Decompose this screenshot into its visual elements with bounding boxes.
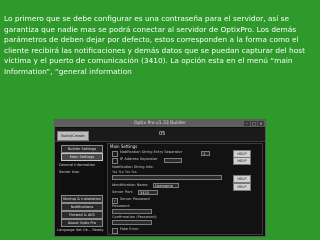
- window-title: Optix Pro v1.33 Builder: [133, 121, 187, 126]
- ip-separator-label: IP Address Separator: [120, 157, 158, 161]
- identification-name-label: Identification Name:: [112, 183, 149, 187]
- left-menu: Builder Settings Main Settings General I…: [57, 143, 104, 227]
- main-settings-button[interactable]: Main Settings: [61, 153, 103, 161]
- close-icon[interactable]: ×: [258, 121, 264, 126]
- toolbar-counter: 05: [159, 131, 166, 137]
- help-button-4[interactable]: HELP: [233, 183, 251, 191]
- entry-separator-input[interactable]: 1: [201, 151, 210, 156]
- entry-separator-checkbox[interactable]: [112, 151, 118, 157]
- server-port-label: Server Port:: [112, 190, 134, 194]
- panel-title: Main Settings: [110, 144, 138, 149]
- builder-settings-button[interactable]: Builder Settings: [61, 145, 103, 153]
- startup-installation-button[interactable]: Startup & Installation: [61, 195, 103, 203]
- entry-separator-label: Notification String Entry Separator: [120, 150, 183, 154]
- build-create-server-button[interactable]: Build/Create Server: [57, 131, 89, 146]
- ip-separator-input[interactable]: [164, 158, 182, 163]
- notifications-button[interactable]: Notifications: [61, 203, 103, 211]
- window-titlebar: Optix Pro v1.33 Builder – □ ×: [55, 120, 265, 127]
- optix-builder-window: Optix Pro v1.33 Builder – □ × Build/Crea…: [54, 119, 266, 237]
- fake-error-label: Fake Error:: [120, 227, 140, 231]
- top-toolbar: Build/Create Server 05: [55, 128, 265, 146]
- slide-description: Lo primero que se debe configurar es una…: [4, 14, 305, 76]
- about-optix-pro-button[interactable]: About Optix Pro: [61, 219, 103, 227]
- identification-name-input[interactable]: Username: [153, 183, 179, 188]
- main-settings-panel: Main Settings Notification String Entry …: [107, 143, 263, 235]
- server-port-input[interactable]: 3410: [138, 190, 158, 195]
- minimize-icon[interactable]: –: [244, 121, 250, 126]
- help-button-3[interactable]: HELP: [233, 175, 251, 183]
- server-password-label: Server Password: [120, 197, 150, 201]
- ip-separator-checkbox[interactable]: [112, 158, 118, 164]
- confirm-password-input[interactable]: [112, 220, 152, 225]
- maximize-icon[interactable]: □: [251, 121, 257, 126]
- menu-item-general-information[interactable]: General Information: [59, 163, 95, 168]
- fake-error-checkbox[interactable]: [112, 228, 118, 234]
- help-button-2[interactable]: HELP: [233, 157, 251, 165]
- firewall-avs-evasion-button[interactable]: Firewall & AVS Evasion: [61, 211, 103, 223]
- password-input[interactable]: [112, 209, 152, 214]
- menu-item-server-icon[interactable]: Server Icon: [59, 170, 79, 175]
- notification-string-input[interactable]: [112, 175, 222, 180]
